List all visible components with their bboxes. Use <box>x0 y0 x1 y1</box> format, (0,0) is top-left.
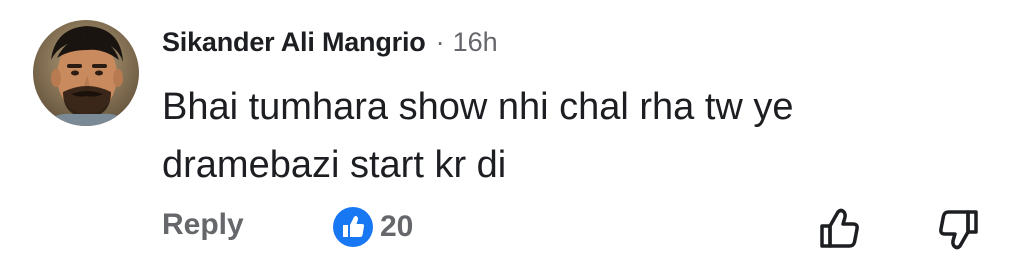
avatar[interactable] <box>33 20 139 126</box>
comment-header: Sikander Ali Mangrio · 16h <box>162 22 498 62</box>
comment-actions: Reply 20 <box>0 200 1024 256</box>
avatar-image <box>33 20 139 126</box>
like-count: 20 <box>380 210 414 243</box>
reply-button[interactable]: Reply <box>162 208 244 242</box>
like-icon <box>333 207 373 247</box>
timestamp[interactable]: 16h <box>453 27 498 58</box>
comment: Sikander Ali Mangrio · 16h Bhai tumhara … <box>0 0 1024 280</box>
reaction-summary[interactable]: 20 <box>332 206 413 248</box>
separator-dot: · <box>435 26 445 57</box>
thumbs-up-icon[interactable] <box>814 204 864 254</box>
author-name[interactable]: Sikander Ali Mangrio <box>162 27 426 58</box>
thumbs-down-icon[interactable] <box>934 204 984 254</box>
comment-text: Bhai tumhara show nhi chal rha tw ye dra… <box>162 86 794 186</box>
